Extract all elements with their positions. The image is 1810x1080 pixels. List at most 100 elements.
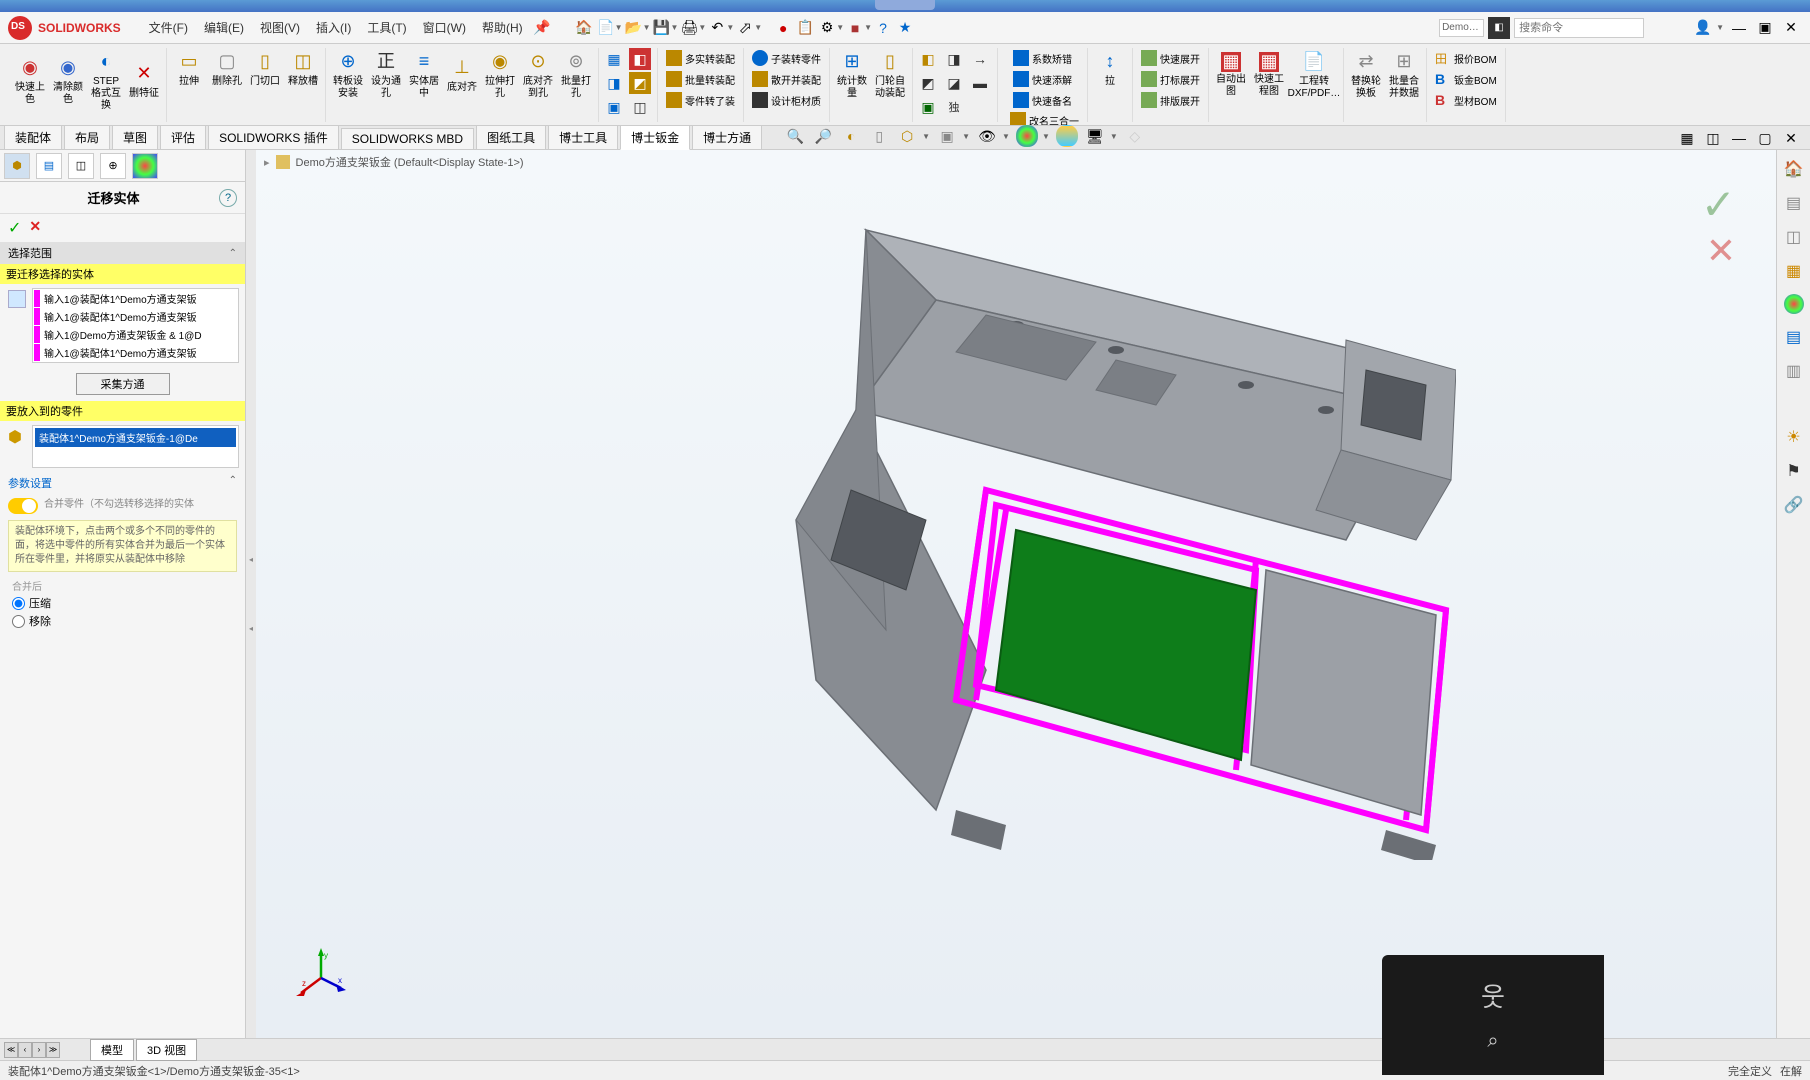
ribbon-batch-hole[interactable]: ⊚批量打孔 [558,48,594,102]
zoom-fit-icon[interactable]: 🔍 [784,125,806,147]
vo-dd-icon[interactable]: ▼ [922,132,930,141]
menu-help[interactable]: 帮助(H) [474,15,531,40]
options-icon[interactable]: 📋 [794,17,816,39]
ribbon-set-hole[interactable]: 正设为通孔 [368,48,404,102]
ribbon-cabinet-material[interactable]: 设计柜材质 [748,90,825,110]
breadcrumb-expand-icon[interactable]: ▸ [264,156,270,169]
panel-ok-icon[interactable]: ✓ [8,218,21,238]
tab-sketch[interactable]: 草图 [112,125,158,149]
open-dropdown-icon[interactable]: ▼ [643,23,651,32]
tab-nav-first-icon[interactable]: ≪ [4,1042,18,1058]
ribbon-door-cut[interactable]: ▯门切口 [247,48,283,90]
ribbon-s7-icon[interactable]: ▣ [917,96,939,118]
help-toolbar-icon[interactable]: ? [872,17,894,39]
panel-tab-dim-icon[interactable]: ⊕ [100,153,126,179]
section-selection[interactable]: 选择范围 ⌃ [0,242,245,264]
ribbon-quote-bom[interactable]: 田报价BOM [1431,48,1501,68]
menu-tools[interactable]: 工具(T) [359,15,414,40]
home-icon[interactable]: 🏠 [573,17,595,39]
vp-split-icon[interactable]: ◫ [1702,127,1724,149]
select-dropdown-icon[interactable]: ▼ [754,23,762,32]
ribbon-relief[interactable]: ◫释放槽 [285,48,321,90]
ribbon-solo[interactable]: 独 [943,96,965,118]
menu-file[interactable]: 文件(F) [141,15,196,40]
save-icon[interactable]: 💾 [651,17,673,39]
ribbon-grid-2-icon[interactable]: ◧ [629,48,651,70]
selection-list[interactable]: 输入1@装配体1^Demo方通支架钣 输入1@装配体1^Demo方通支架钣 输入… [32,288,239,363]
tab-dr-sheetmetal[interactable]: 博士钣金 [620,125,690,150]
ribbon-s1-icon[interactable]: ◧ [917,48,939,70]
menu-window[interactable]: 窗口(W) [415,15,474,40]
ribbon-del-hole[interactable]: ▢删除孔 [209,48,245,90]
panel-tab-feature-icon[interactable]: ⬢ [4,153,30,179]
ribbon-grid-3-icon[interactable]: ◨ [603,72,625,94]
tab-nav-prev-icon[interactable]: ‹ [18,1042,32,1058]
floating-widget[interactable]: 웃 ⌕ [1382,955,1604,1075]
ribbon-sub-to-part[interactable]: 子装转零件 [748,48,825,68]
view-orient-icon[interactable]: ⬡ [896,125,918,147]
hide-show-icon[interactable]: 👁 [976,125,998,147]
ribbon-sheet-bom[interactable]: B钣金BOM [1431,69,1501,89]
ribbon-to-dxf[interactable]: 📄工程转DXF/PDF… [1289,48,1339,102]
view-tab-3d[interactable]: 3D 视图 [136,1039,197,1061]
ribbon-quick-solve[interactable]: 快速添解 [1009,69,1076,89]
panel-tab-appear-icon[interactable] [132,153,158,179]
record-icon[interactable]: ■ [844,17,866,39]
search-input[interactable] [1514,18,1644,38]
vp-layout-icon[interactable]: ▦ [1676,127,1698,149]
menu-edit[interactable]: 编辑(E) [196,15,252,40]
ribbon-dissolve-asm[interactable]: 散开并装配 [748,69,825,89]
cancel-feature-icon[interactable]: ✕ [1706,230,1736,272]
taskpane-library-icon[interactable]: ▤ [1783,192,1805,214]
taskpane-flag-icon[interactable]: ⚑ [1783,460,1805,482]
tab-dr-tube[interactable]: 博士方通 [692,125,762,149]
taskpane-link-icon[interactable]: 🔗 [1783,494,1805,516]
tab-nav-next-icon[interactable]: › [32,1042,46,1058]
minimize-icon[interactable]: — [1728,17,1750,39]
section-view-icon[interactable]: ▯ [868,125,890,147]
ribbon-quick-color[interactable]: ◉快速上色 [12,54,48,108]
collect-button[interactable]: 采集方通 [76,373,170,395]
graphics-viewport[interactable]: ▸ Demo方通支架钣金 (Default<Display State-1>) … [256,150,1776,1038]
ribbon-s6-icon[interactable]: ▬ [969,72,991,94]
ribbon-batch-merge[interactable]: ⊞批量合并数据 [1386,48,1422,102]
selection-item[interactable]: 输入1@装配体1^Demo方通支架钣 [34,344,237,361]
ribbon-auto-draw[interactable]: ▦自动出图 [1213,50,1249,100]
tab-sw-addins[interactable]: SOLIDWORKS 插件 [208,125,339,149]
selection-item[interactable]: 输入1@Demo方通支架钣金 & 1@D [34,326,237,343]
panel-tab-config-icon[interactable]: ▤ [36,153,62,179]
ribbon-rename-3in1[interactable]: 改名三合一 [1006,110,1083,126]
panel-tab-display-icon[interactable]: ◫ [68,153,94,179]
breadcrumb-text[interactable]: Demo方通支架钣金 (Default<Display State-1>) [296,154,524,170]
ribbon-extrude-hole[interactable]: ◉拉伸打孔 [482,48,518,102]
title-handle[interactable] [875,0,935,10]
ribbon-layout-unfold[interactable]: 排版展开 [1137,90,1204,110]
view-tab-model[interactable]: 模型 [90,1039,134,1061]
section-params[interactable]: 参数设置 ⌃ [0,472,245,494]
selection-item[interactable]: 输入1@装配体1^Demo方通支架钣 [34,290,237,307]
ribbon-board-install[interactable]: ⊕转板设安装 [330,48,366,102]
panel-splitter[interactable]: ◂ ◂ [246,150,256,1038]
vp-min-icon[interactable]: — [1728,127,1750,149]
vp-max-icon[interactable]: ▢ [1754,127,1776,149]
panel-help-icon[interactable]: ? [219,189,237,207]
scene-icon[interactable] [1056,125,1078,147]
taskpane-prop-icon[interactable]: ▤ [1783,326,1805,348]
save-dropdown-icon[interactable]: ▼ [671,23,679,32]
document-name-box[interactable] [1439,19,1484,37]
ribbon-s3-icon[interactable]: → [969,48,991,70]
target-item[interactable]: 装配体1^Demo方通支架钣金-1@De [35,428,236,447]
ribbon-replace-board[interactable]: ⇄替换轮换板 [1348,48,1384,102]
prev-view-icon[interactable]: ◐ [840,125,862,147]
ribbon-body-center[interactable]: ≡实体居中 [406,48,442,102]
ribbon-part-to-asm[interactable]: 零件转了装 [662,90,739,110]
ap-dd-icon[interactable]: ▼ [1042,132,1050,141]
panel-cancel-icon[interactable]: ✕ [29,218,41,238]
vp-close-icon[interactable]: ✕ [1780,127,1802,149]
open-icon[interactable]: 📂 [623,17,645,39]
ribbon-batch-to-asm[interactable]: 批量转装配 [662,69,739,89]
ribbon-s5-icon[interactable]: ◪ [943,72,965,94]
misc-dropdown-icon[interactable]: ▼ [864,23,872,32]
ribbon-grid-5-icon[interactable]: ▣ [603,96,625,118]
taskpane-sun-icon[interactable]: ☀ [1783,426,1805,448]
